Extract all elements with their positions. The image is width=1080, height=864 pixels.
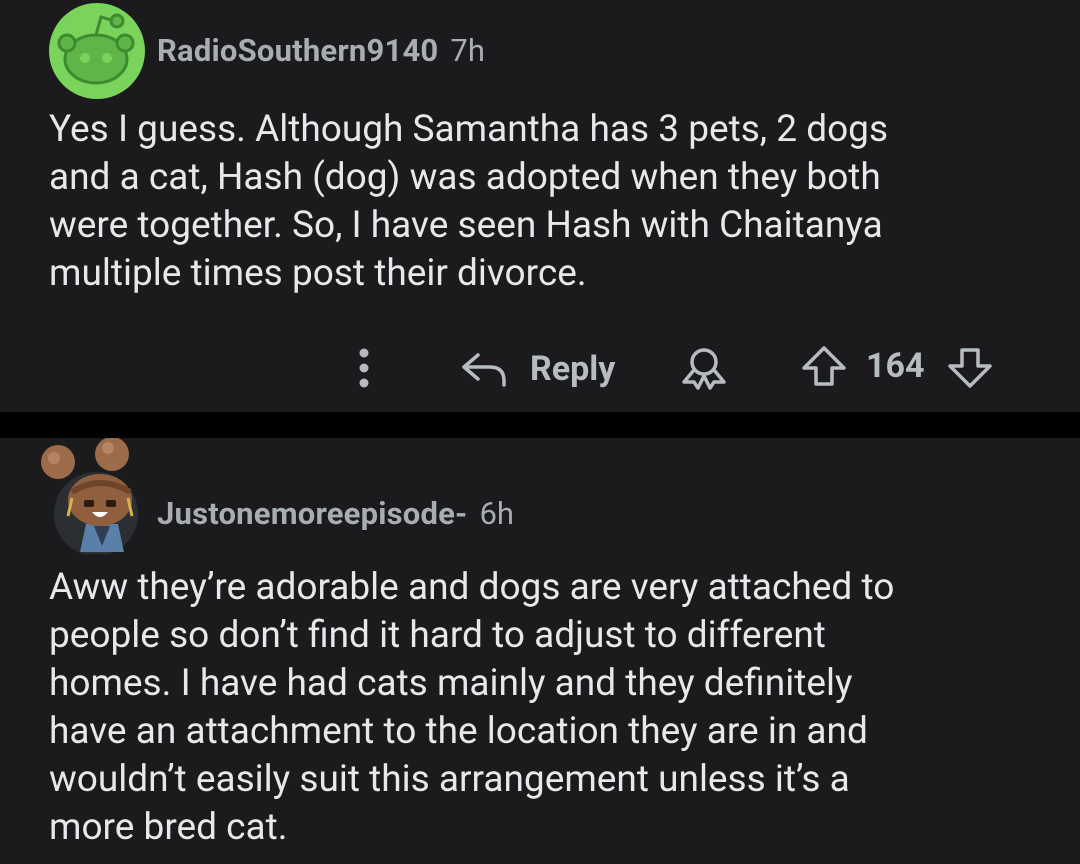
comment-body: Yes I guess. Although Samantha has 3 pet… [49,108,889,295]
comment-separator [0,412,1080,438]
comment-action-bar: Reply 164 [0,340,1080,396]
snoo-avatar-icon [49,3,145,99]
user-avatar[interactable] [49,3,145,99]
comment-meta: Justonemoreepisode- 6h [157,495,514,532]
comment-age: 6h [479,495,514,532]
comment-1: RadioSouthern9140 7h Yes I guess. Althou… [0,0,1080,412]
reply-label: Reply [530,349,616,389]
reply-button[interactable]: Reply [460,344,615,394]
more-vertical-icon [359,348,369,388]
vote-score: 164 [866,346,925,386]
user-avatar[interactable] [38,437,142,556]
comment-meta: RadioSouthern9140 7h [157,32,485,69]
award-button[interactable] [680,346,728,390]
snoo-avatar-icon [41,437,138,556]
award-icon [682,348,726,390]
upvote-button[interactable] [800,344,848,388]
reply-arrow-icon [462,353,506,387]
more-options-button[interactable] [350,346,378,390]
downvote-arrow-icon [948,348,992,388]
comment-2: Justonemoreepisode- 6h Aww they’re adora… [0,437,1080,864]
comment-body: Aww they’re adorable and dogs are very a… [49,566,895,849]
author-name[interactable]: RadioSouthern9140 [157,32,438,69]
upvote-arrow-icon [802,346,846,386]
author-name[interactable]: Justonemoreepisode- [157,495,467,532]
downvote-button[interactable] [946,346,994,390]
comment-age: 7h [450,32,485,69]
